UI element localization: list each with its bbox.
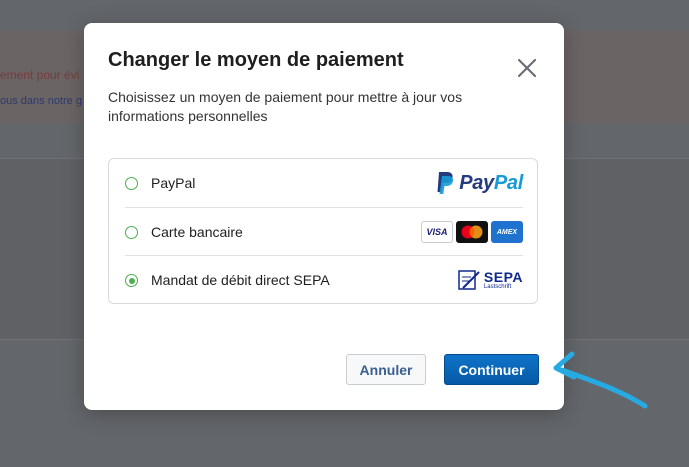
paypal-logo-pay: Pay	[459, 171, 494, 194]
close-icon	[517, 58, 537, 78]
paypal-logo: PayPal	[435, 170, 523, 196]
radio-card[interactable]	[125, 226, 138, 239]
mastercard-logo	[456, 221, 488, 243]
amex-logo: AMEX	[491, 221, 523, 243]
option-label: Mandat de débit direct SEPA	[151, 272, 330, 288]
dialog-description: Choisissez un moyen de paiement pour met…	[108, 89, 463, 124]
sepa-logo: SEPA Lastschrift	[457, 268, 523, 292]
option-label: PayPal	[151, 175, 196, 191]
sepa-document-icon	[458, 270, 480, 290]
cancel-button[interactable]: Annuler	[346, 354, 426, 385]
sepa-logo-subtext: Lastschrift	[483, 284, 512, 290]
continue-button[interactable]: Continuer	[444, 354, 539, 385]
radio-paypal[interactable]	[125, 177, 138, 190]
pointer-arrow-icon	[553, 351, 648, 409]
background-alert-text: ement pour évi	[0, 68, 80, 82]
paypal-p-icon	[437, 172, 454, 194]
payment-options-list: PayPal PayPal Carte bancaire VISA AMEX M…	[108, 158, 538, 304]
visa-logo: VISA	[421, 221, 453, 243]
payment-option-card[interactable]: Carte bancaire VISA AMEX	[125, 208, 523, 256]
payment-method-dialog: Changer le moyen de paiement Choisissez …	[84, 23, 564, 410]
background-alert-link: ous dans notre g	[0, 95, 82, 107]
payment-option-paypal[interactable]: PayPal PayPal	[125, 159, 523, 207]
close-button[interactable]	[514, 55, 540, 81]
paypal-logo-pal: Pal	[493, 171, 523, 194]
sepa-logo-text: SEPA	[483, 269, 523, 285]
radio-sepa[interactable]	[125, 274, 138, 287]
card-logos: VISA AMEX	[421, 221, 523, 243]
payment-option-sepa[interactable]: Mandat de débit direct SEPA SEPA Lastsch…	[125, 256, 523, 304]
option-label: Carte bancaire	[151, 224, 243, 240]
dialog-title: Changer le moyen de paiement	[108, 49, 404, 71]
